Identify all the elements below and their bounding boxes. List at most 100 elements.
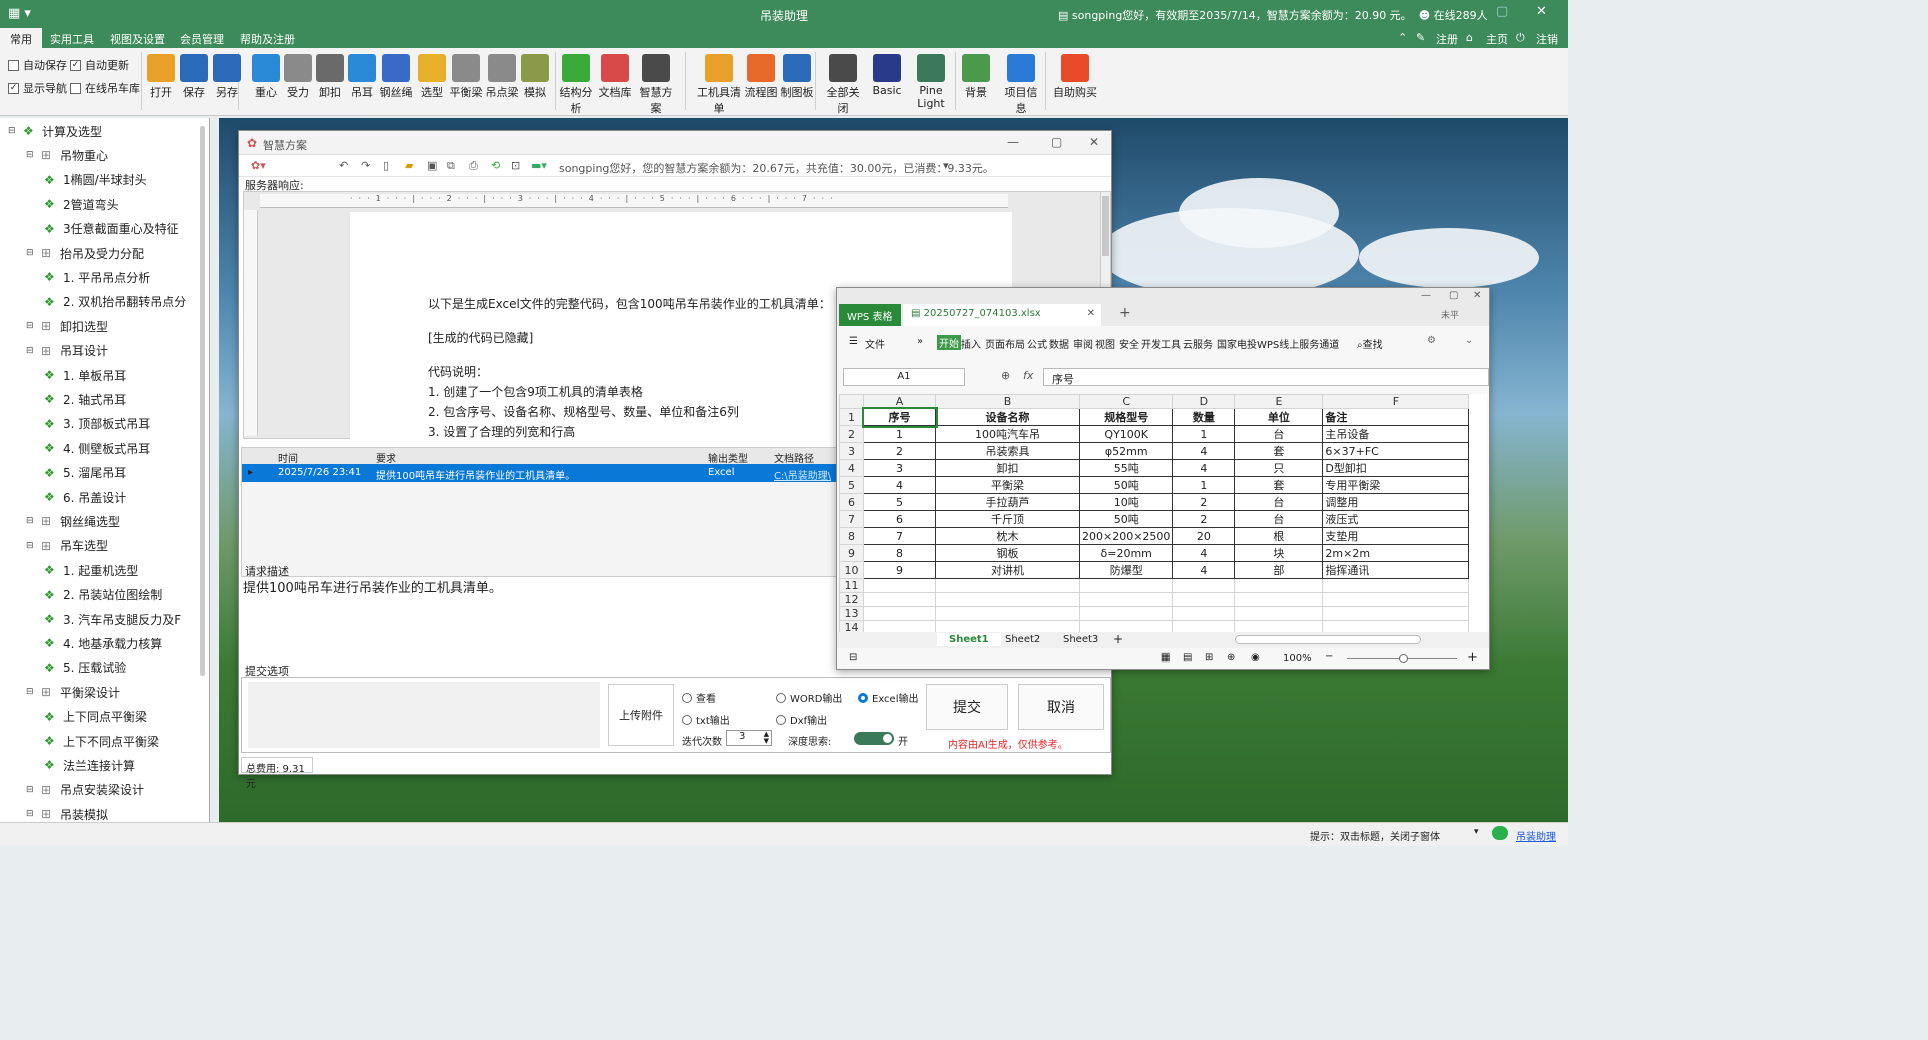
cell[interactable]: 8 [863, 544, 936, 562]
corner-cell[interactable] [839, 394, 864, 409]
cell[interactable]: 200×200×2500 [1078, 527, 1174, 545]
tree-leaf-item[interactable]: ❖ 上下不同点平衡梁 [44, 730, 159, 752]
cell[interactable]: 6×37+FC [1322, 442, 1470, 460]
cell[interactable] [935, 592, 1080, 607]
cell[interactable]: 1 [1172, 476, 1236, 494]
tree-leaf-item[interactable]: ❖ 1. 平吊吊点分析 [44, 266, 150, 288]
expander-icon[interactable]: ⊟ [26, 541, 36, 551]
tree-leaf-item[interactable]: ❖ 5. 压载试验 [44, 657, 126, 679]
expander-icon[interactable]: ⊟ [26, 248, 36, 258]
maximize-button[interactable]: ▢ [1449, 290, 1458, 301]
wps-more-icon[interactable]: » [917, 336, 923, 347]
tree-scrollbar[interactable] [200, 126, 205, 676]
minimize-button[interactable]: — [1421, 290, 1431, 301]
radio-circle[interactable] [776, 714, 786, 725]
cart-button[interactable]: 自助购买 [1052, 52, 1098, 100]
cell[interactable]: 4 [1172, 561, 1236, 579]
settings-icon[interactable]: ⚙ [1427, 335, 1436, 346]
online-crane-checkbox[interactable]: 在线吊车库 [70, 80, 140, 96]
expander-icon[interactable]: ⊟ [26, 809, 36, 819]
cell[interactable] [863, 592, 936, 607]
cell[interactable]: 9 [863, 561, 936, 579]
column-header[interactable]: C [1078, 394, 1174, 409]
row-header[interactable]: 4 [839, 459, 864, 477]
expander-icon[interactable]: ⊟ [26, 516, 36, 526]
wps-menu-view[interactable]: 视图 [1095, 336, 1115, 351]
cell[interactable] [1078, 592, 1174, 607]
new-tab-button[interactable]: + [1119, 305, 1131, 321]
wps-search[interactable]: ⌕查找 [1357, 336, 1383, 351]
wps-menu-home[interactable]: 开始 [937, 335, 961, 350]
tree-node-item[interactable]: ⊟ ⊞ 吊点安装梁设计 [26, 779, 144, 801]
page-view-icon[interactable]: ▤ [1183, 652, 1192, 663]
cell[interactable]: 100吨汽车吊 [935, 425, 1080, 443]
cell[interactable]: 2 [1172, 493, 1236, 511]
cell[interactable]: 数量 [1172, 408, 1236, 426]
cell[interactable] [1322, 620, 1470, 632]
cell[interactable]: 台 [1234, 493, 1324, 511]
print-icon[interactable]: ⎙ [469, 159, 478, 173]
cell[interactable]: 50吨 [1078, 476, 1174, 494]
background-button[interactable]: 背景 [955, 52, 997, 100]
close-button[interactable]: ✕ [1089, 135, 1099, 149]
tree-leaf-item[interactable]: ❖ 1椭圆/半球封头 [44, 169, 147, 191]
menu-help[interactable]: 帮助及注册 [240, 31, 295, 47]
wps-app-tab[interactable]: WPS 表格 [839, 304, 901, 326]
register-link[interactable]: 注册 [1436, 31, 1458, 47]
clipboard-button[interactable]: 工机具清单 [692, 52, 746, 116]
autoupdate-checkbox[interactable]: ✓ 自动更新 [70, 57, 129, 73]
cell[interactable]: 50吨 [1078, 510, 1174, 528]
cell[interactable] [1234, 592, 1324, 607]
tree-leaf-item[interactable]: ❖ 上下同点平衡梁 [44, 706, 147, 728]
cell[interactable]: 枕木 [935, 527, 1080, 545]
column-header[interactable]: F [1322, 394, 1470, 409]
upload-attachment-button[interactable]: 上传附件 [608, 684, 674, 746]
preview-icon[interactable]: ⊡ [511, 159, 520, 172]
close-all-button[interactable]: 全部关闭 [822, 52, 864, 116]
status-toggle-icon[interactable] [1492, 826, 1508, 840]
cell[interactable]: 对讲机 [935, 561, 1080, 579]
cell[interactable] [1234, 620, 1324, 632]
radio-circle[interactable] [682, 692, 692, 703]
wps-menu-formula[interactable]: 公式 [1027, 336, 1047, 351]
radio-word[interactable]: WORD输出 [776, 690, 842, 705]
cell[interactable] [1078, 578, 1174, 593]
row-header[interactable]: 2 [839, 425, 864, 443]
autosave-checkbox[interactable]: 自动保存 [8, 57, 67, 73]
tree-node-item[interactable]: ⊟ ⊞ 吊耳设计 [26, 340, 108, 362]
cell[interactable] [935, 578, 1080, 593]
row-header[interactable]: 7 [839, 510, 864, 528]
expander-icon[interactable]: ⊟ [26, 346, 36, 356]
tree-leaf-item[interactable]: ❖ 6. 吊盖设计 [44, 486, 126, 508]
add-sheet-button[interactable]: + [1113, 632, 1123, 646]
cell[interactable]: 部 [1234, 561, 1324, 579]
row-header[interactable]: 12 [839, 592, 864, 607]
cell[interactable]: 支垫用 [1322, 527, 1470, 545]
radio-circle[interactable] [776, 692, 786, 703]
new-icon[interactable]: ▯ [383, 159, 389, 172]
row-header[interactable]: 13 [839, 606, 864, 621]
cell[interactable]: 主吊设备 [1322, 425, 1470, 443]
cell[interactable]: 55吨 [1078, 459, 1174, 477]
info-button[interactable]: 项目信息 [1000, 52, 1042, 116]
cell[interactable]: 1 [863, 425, 936, 443]
radio-dxf[interactable]: Dxf输出 [776, 712, 827, 727]
tree-leaf-item[interactable]: ❖ 4. 地基承载力核算 [44, 632, 162, 654]
color-icon[interactable]: ▬▾ [531, 159, 547, 172]
cell[interactable]: 2 [1172, 510, 1236, 528]
minimize-button[interactable]: — [1007, 135, 1019, 149]
cell[interactable]: 单位 [1234, 408, 1324, 426]
open-icon[interactable]: ▰ [405, 159, 413, 172]
menu-tools[interactable]: 实用工具 [50, 31, 94, 47]
cell[interactable] [1172, 606, 1236, 621]
cell[interactable]: 调整用 [1322, 493, 1470, 511]
radio-circle-checked[interactable] [858, 692, 868, 703]
cell[interactable]: 序号 [861, 406, 938, 428]
cell[interactable]: φ52mm [1078, 442, 1174, 460]
export-icon[interactable]: ⟲ [491, 159, 500, 172]
hamburger-icon[interactable]: ☰ [849, 336, 858, 347]
tree-node-item[interactable]: ⊟ ⊞ 钢丝绳选型 [26, 510, 120, 532]
tree-node-item[interactable]: ⊟ ⊞ 吊车选型 [26, 535, 108, 557]
cell[interactable]: 7 [863, 527, 936, 545]
save-as-button[interactable]: 另存 [206, 52, 248, 100]
